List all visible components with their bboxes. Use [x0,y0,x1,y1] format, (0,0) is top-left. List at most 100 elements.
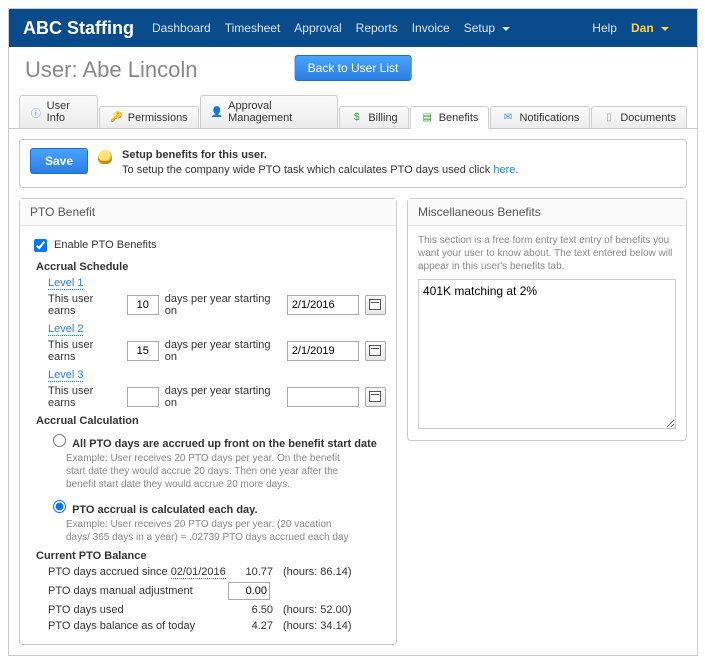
save-button[interactable]: Save [30,148,88,174]
calendar-icon [369,391,381,402]
manual-adj-input[interactable] [228,582,270,600]
tab-content: Save Setup benefits for this user. To se… [9,129,697,655]
accrued-value: 10.77 [228,566,273,578]
accrual-upfront-radio[interactable] [53,434,66,447]
misc-benefits-panel: Miscellaneous Benefits This section is a… [407,198,687,441]
level3-days-input[interactable] [127,387,159,407]
level1-days-input[interactable] [127,295,159,315]
accrual-daily-subtext: Example: User receives 20 PTO days per y… [66,518,356,544]
accrual-upfront-subtext: Example: User receives 20 PTO days per y… [66,452,356,491]
days-used-hours: (hours: 52.00) [283,604,351,616]
earns-mid: days per year starting on [165,385,281,409]
lightbulb-icon [98,150,112,164]
balance-today-value: 4.27 [228,620,273,632]
tab-label: User Info [47,100,87,124]
calendar-button[interactable] [365,341,386,361]
here-link[interactable]: here [493,164,515,176]
tab-billing[interactable]: $ Billing [339,106,408,128]
envelope-icon: ✉ [501,111,514,124]
earns-mid: days per year starting on [165,293,281,317]
back-to-user-list-button[interactable]: Back to User List [295,55,412,81]
user-icon: 👤 [211,106,223,119]
days-used-label: PTO days used [48,604,228,616]
tab-user-info[interactable]: ⓘ User Info [19,95,98,128]
tabs: ⓘ User Info 🔑 Permissions 👤 Approval Man… [9,87,697,129]
key-icon: 🔑 [110,111,123,124]
nav-help[interactable]: Help [592,21,617,35]
list-icon: ▤ [421,111,434,124]
nav-user-menu[interactable]: Dan [631,21,669,35]
accrued-since-date[interactable]: 02/01/2016 [171,566,226,579]
manual-adj-label: PTO days manual adjustment [48,585,228,597]
accrued-prefix: PTO days accrued since [48,566,171,578]
tab-label: Billing [368,112,397,124]
tab-notifications[interactable]: ✉ Notifications [490,106,590,128]
page-title: User: Abe Lincoln [25,57,197,83]
pto-benefit-panel: PTO Benefit Enable PTO Benefits Accrual … [19,198,397,645]
nav-timesheet[interactable]: Timesheet [225,21,281,35]
balance-today-hours: (hours: 34.14) [283,620,351,632]
page-header: User: Abe Lincoln Back to User List [9,47,697,87]
enable-pto-label: Enable PTO Benefits [54,239,157,251]
level3-link[interactable]: Level 3 [48,369,83,382]
nav-setup-label: Setup [464,21,495,35]
calendar-icon [369,299,381,310]
page-title-username: Abe Lincoln [82,57,197,82]
level2-link[interactable]: Level 2 [48,323,83,336]
level2-days-input[interactable] [127,341,159,361]
calendar-button[interactable] [365,295,386,315]
nav-invoice[interactable]: Invoice [412,21,450,35]
accrual-schedule-label: Accrual Schedule [36,261,386,273]
earns-prefix: This user earns [48,339,121,363]
tab-benefits[interactable]: ▤ Benefits [410,106,490,129]
notice-line2b: . [515,164,518,176]
current-balance-label: Current PTO Balance [36,550,386,562]
chevron-down-icon [502,27,510,31]
misc-benefits-textarea[interactable] [418,279,676,429]
earns-prefix: This user earns [48,293,121,317]
level2-date-input[interactable] [287,341,359,361]
brand: ABC Staffing [23,18,134,39]
tab-label: Approval Management [228,100,327,124]
nav-reports[interactable]: Reports [356,21,398,35]
nav-setup[interactable]: Setup [464,21,511,35]
app-frame: ABC Staffing Dashboard Timesheet Approva… [8,8,698,656]
misc-panel-title: Miscellaneous Benefits [408,199,686,226]
tab-permissions[interactable]: 🔑 Permissions [99,106,199,128]
accrued-since-label: PTO days accrued since 02/01/2016 [48,566,228,578]
chevron-down-icon [661,27,669,31]
calendar-icon [369,345,381,356]
days-used-value: 6.50 [228,604,273,616]
earns-mid: days per year starting on [165,339,281,363]
level3-date-input[interactable] [287,387,359,407]
nav-dashboard[interactable]: Dashboard [152,21,211,35]
accrual-daily-label: PTO accrual is calculated each day. [72,504,257,516]
enable-pto-checkbox[interactable] [34,239,47,252]
pto-panel-title: PTO Benefit [20,199,396,226]
accrued-hours: (hours: 86.14) [283,566,351,578]
tab-label: Permissions [128,112,188,124]
document-icon: ▯ [602,111,615,124]
tab-approval-management[interactable]: 👤 Approval Management [200,95,339,128]
info-icon: ⓘ [30,106,42,119]
notice-line2a: To setup the company wide PTO task which… [122,164,493,176]
tab-documents[interactable]: ▯ Documents [591,106,687,128]
calendar-button[interactable] [365,387,386,407]
page-title-prefix: User: [25,57,78,82]
notice-text: Setup benefits for this user. To setup t… [122,148,518,179]
level1-date-input[interactable] [287,295,359,315]
misc-help-text: This section is a free form entry text e… [418,234,676,273]
nav-approval[interactable]: Approval [294,21,341,35]
tab-label: Notifications [519,112,579,124]
accrual-daily-radio[interactable] [53,500,66,513]
tab-label: Benefits [439,112,479,124]
level1-link[interactable]: Level 1 [48,277,83,290]
dollar-icon: $ [350,111,363,124]
nav-user-label: Dan [631,21,654,35]
tab-label: Documents [620,112,676,124]
balance-today-label: PTO days balance as of today [48,620,228,632]
notice-line1: Setup benefits for this user. [122,149,267,161]
accrual-upfront-label: All PTO days are accrued up front on the… [72,438,377,450]
navbar: ABC Staffing Dashboard Timesheet Approva… [9,9,697,47]
setup-notice: Save Setup benefits for this user. To se… [19,139,687,188]
